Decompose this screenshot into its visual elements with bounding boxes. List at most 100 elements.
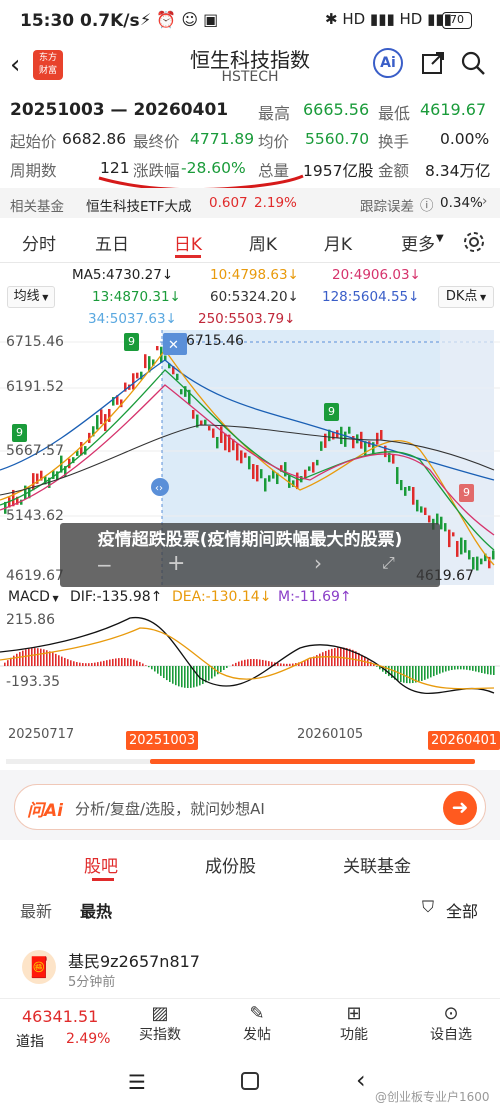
signal-badge: 9 (12, 424, 27, 442)
filter-all[interactable]: 全部 (446, 898, 478, 922)
end-date-badge[interactable]: 20260401 (428, 731, 500, 750)
macd-bar (34, 648, 36, 666)
start-date-badge[interactable]: 20251003 (126, 731, 199, 750)
range-slider[interactable] (150, 759, 475, 764)
macd-bar (472, 666, 474, 671)
macd-selector[interactable]: MACD ▼ (8, 589, 59, 605)
buy-index-button[interactable]: ▨ 买指数 (130, 1003, 190, 1044)
tab-constituents[interactable]: 成份股 (205, 852, 256, 877)
fund-name[interactable]: 恒生科技ETF大成 (86, 195, 192, 215)
tab-monthly-k[interactable]: 月K (313, 230, 363, 255)
macd-bar (73, 661, 75, 666)
macd-bar (346, 647, 348, 666)
macd-bar (277, 662, 279, 666)
ticker-pct: 2.49% (66, 1031, 111, 1047)
macd-bar (187, 666, 189, 688)
macd-bar (325, 650, 327, 666)
macd-bar (322, 652, 324, 666)
y-tick-2: 6191.52 (6, 379, 64, 395)
macd-bar (220, 666, 222, 673)
status-icons: ⚡ ⏰ ☺ ▣ (140, 10, 219, 29)
post-button[interactable]: ✎ 发帖 (227, 1003, 287, 1044)
dk-selector[interactable]: DK点 ▼ (438, 286, 494, 308)
add-watchlist-button[interactable]: ⊙ 设自选 (421, 1003, 481, 1044)
ma-selector[interactable]: 均线 ▼ (7, 286, 55, 308)
sort-hot[interactable]: 最热 (80, 898, 112, 922)
candle (96, 415, 99, 430)
sort-latest[interactable]: 最新 (20, 898, 52, 922)
macd-bar (142, 663, 144, 666)
tab-forum[interactable]: 股吧 (84, 852, 118, 877)
macd-bar (445, 666, 447, 672)
macd-bar (241, 660, 243, 666)
candle (308, 466, 311, 471)
candle (444, 523, 447, 532)
macd-bar (481, 666, 483, 673)
ai-send-button[interactable]: ➜ (443, 791, 477, 825)
fund-label: 相关基金 (10, 199, 64, 215)
post-user[interactable]: 基民9z2657n817 (68, 948, 200, 972)
macd-bar (487, 666, 489, 675)
function-button[interactable]: ⊞ 功能 (324, 1003, 384, 1044)
content-tab-underline (92, 878, 114, 881)
menu-icon[interactable]: ☰ (128, 1070, 146, 1094)
macd-bar (139, 661, 141, 666)
candle (180, 389, 183, 395)
ai-button[interactable]: Ai (373, 48, 403, 78)
candle (320, 441, 323, 451)
post-item[interactable]: 🧧 基民9z2657n817 5分钟前 (0, 940, 500, 995)
avatar[interactable]: 🧧 (22, 950, 56, 984)
macd-bar (40, 648, 42, 666)
fullscreen-icon[interactable]: ⤢ (382, 553, 395, 573)
macd-bar (154, 666, 156, 672)
candle (392, 454, 395, 464)
macd-bar (184, 666, 186, 688)
dropdown-icon: ▼ (49, 594, 59, 603)
ai-input[interactable]: 问Ai 分析/复盘/选股，就问妙想AI ➜ (14, 784, 486, 830)
macd-bar (31, 648, 33, 666)
back-nav-icon[interactable]: ‹ (356, 1066, 366, 1094)
macd-bar (250, 659, 252, 666)
tab-five-day[interactable]: 五日 (87, 230, 137, 255)
back-icon[interactable]: ‹ (10, 50, 20, 80)
related-fund-row[interactable]: 相关基金 恒生科技ETF大成 0.607 2.19% 跟踪误差 ⓘ 0.34% … (0, 188, 500, 218)
tab-daily-k[interactable]: 日K (163, 230, 213, 255)
filter-icon[interactable]: ⛉ (422, 897, 434, 917)
macd-bar (91, 662, 93, 666)
zoom-out-icon[interactable]: − (96, 553, 113, 577)
ticker-value[interactable]: 46341.51 (22, 1007, 98, 1026)
candle (268, 475, 271, 482)
zoom-in-icon[interactable]: + (167, 551, 185, 576)
zoom-toolbar: − + › ⤢ 疫情超跌股票(疫情期间跌幅最大的股票) (60, 523, 440, 587)
macd-bar (454, 666, 456, 670)
tab-intraday[interactable]: 分时 (14, 230, 64, 255)
home-icon[interactable] (241, 1072, 259, 1090)
macd-bar (118, 658, 120, 666)
share-icon[interactable] (420, 50, 446, 76)
chevron-right-icon[interactable]: › (482, 193, 487, 209)
macd-bar (409, 666, 411, 684)
macd-bar (226, 666, 228, 668)
macd-bar (253, 658, 255, 666)
macd-bar (421, 666, 423, 681)
candle (452, 532, 455, 537)
gear-icon[interactable] (462, 230, 486, 254)
macd-bar (178, 666, 180, 687)
candle (460, 537, 463, 555)
macd-bar (94, 662, 96, 666)
macd-bar (412, 666, 414, 684)
macd-bar (64, 657, 66, 666)
macd-bar (145, 665, 147, 666)
dea-line (0, 627, 495, 690)
tab-related-funds[interactable]: 关联基金 (343, 852, 411, 877)
macd-bar (469, 666, 471, 671)
forward-icon[interactable]: › (314, 551, 322, 575)
macd-bar (19, 652, 21, 666)
search-icon[interactable] (460, 50, 486, 76)
peak-value-label: 6715.46 (186, 333, 244, 349)
y-tick-5: 4619.67 (6, 568, 64, 584)
macd-bar (52, 652, 54, 666)
info-icon[interactable]: ⓘ (420, 194, 434, 214)
tab-weekly-k[interactable]: 周K (238, 230, 288, 255)
system-nav: ☰ ‹ @创业板专业户1600 (0, 1058, 500, 1110)
